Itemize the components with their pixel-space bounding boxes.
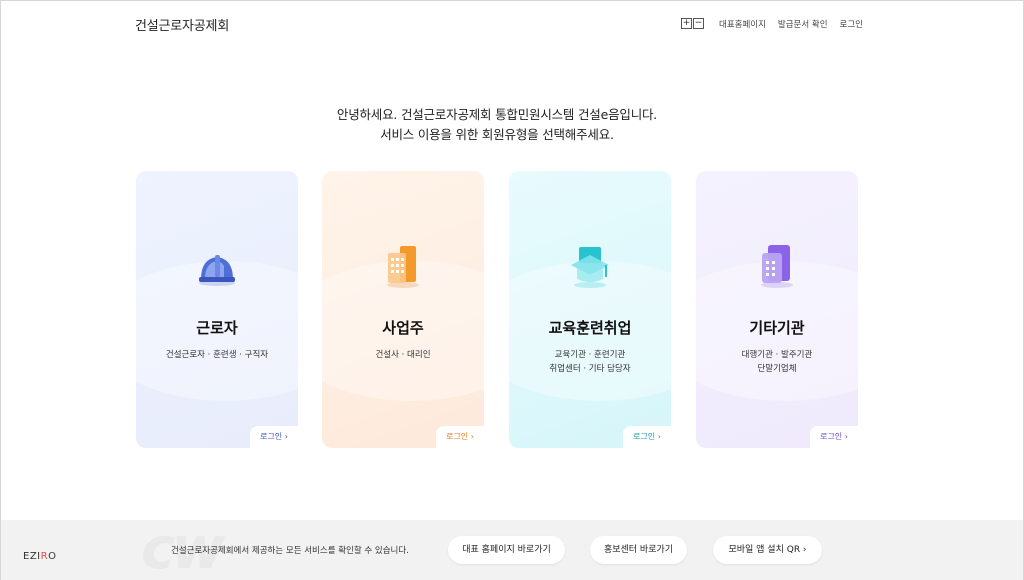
utility-links: 대표홈페이지 발급문서 확인 로그인 xyxy=(719,18,863,30)
card-desc-education: 교육기관 · 훈련기관 취업센터 · 기타 담당자 xyxy=(549,350,631,374)
zoom-out-button[interactable]: − xyxy=(693,18,704,29)
brand-title[interactable]: 건설근로자공제회 xyxy=(135,15,229,34)
card-worker[interactable]: 근로자 건설근로자 · 훈련생 · 구직자 로그인 › xyxy=(136,171,298,448)
card-title-education: 교육훈련취업 xyxy=(548,319,632,337)
greeting-line-1: 안녕하세요. 건설근로자공제회 통합민원시스템 건설e음입니다. xyxy=(336,107,658,122)
pr-center-shortcut-button[interactable]: 홍보센터 바로가기 xyxy=(590,536,687,564)
header: 건설근로자공제회 + − 대표홈페이지 발급문서 확인 로그인 xyxy=(1,1,1024,47)
login-link[interactable]: 로그인 xyxy=(840,18,863,30)
card-title-employer: 사업주 xyxy=(382,319,424,337)
card-title-worker: 근로자 xyxy=(196,319,238,337)
greeting: 안녕하세요. 건설근로자공제회 통합민원시스템 건설e음입니다. 서비스 이용을… xyxy=(1,105,993,145)
employer-login-button[interactable]: 로그인 › xyxy=(436,426,484,448)
footer: cw EZIRO 건설근로자공제회에서 제공하는 모든 서비스를 확인할 수 있… xyxy=(1,514,1023,580)
card-title-other: 기타기관 xyxy=(749,319,805,337)
office-icon xyxy=(761,245,793,288)
zoom-in-button[interactable]: + xyxy=(681,18,692,29)
greeting-line-2: 서비스 이용을 위한 회원유형을 선택해주세요. xyxy=(380,127,614,142)
mobile-app-qr-button[interactable]: 모바일 앱 설치 QR › xyxy=(713,536,822,564)
ezirio-logo: EZIRO xyxy=(23,551,57,562)
card-desc-employer: 건설사 · 대리인 xyxy=(375,350,431,360)
zoom-controls: + − xyxy=(681,18,704,29)
card-desc-worker: 건설근로자 · 훈련생 · 구직자 xyxy=(165,350,269,360)
card-other[interactable]: 기타기관 대행기관 · 발주기관 단말기업체 로그인 › xyxy=(696,171,858,448)
card-desc-other: 대행기관 · 발주기관 단말기업체 xyxy=(741,350,813,374)
worker-login-button[interactable]: 로그인 › xyxy=(250,426,298,448)
homepage-shortcut-button[interactable]: 대표 홈페이지 바로가기 xyxy=(448,536,565,564)
building-icon xyxy=(387,246,419,288)
footer-text: 건설근로자공제회에서 제공하는 모든 서비스를 확인할 수 있습니다. xyxy=(171,546,409,556)
card-education[interactable]: 교육훈련취업 교육기관 · 훈련기관 취업센터 · 기타 담당자 로그인 › xyxy=(509,171,671,448)
document-verify-link[interactable]: 발급문서 확인 xyxy=(778,18,828,30)
homepage-link[interactable]: 대표홈페이지 xyxy=(719,18,766,30)
card-employer[interactable]: 사업주 건설사 · 대리인 로그인 › xyxy=(322,171,484,448)
helmet-icon xyxy=(199,255,235,286)
other-login-button[interactable]: 로그인 › xyxy=(810,426,858,448)
education-login-button[interactable]: 로그인 › xyxy=(623,426,671,448)
graduation-icon xyxy=(571,247,609,288)
